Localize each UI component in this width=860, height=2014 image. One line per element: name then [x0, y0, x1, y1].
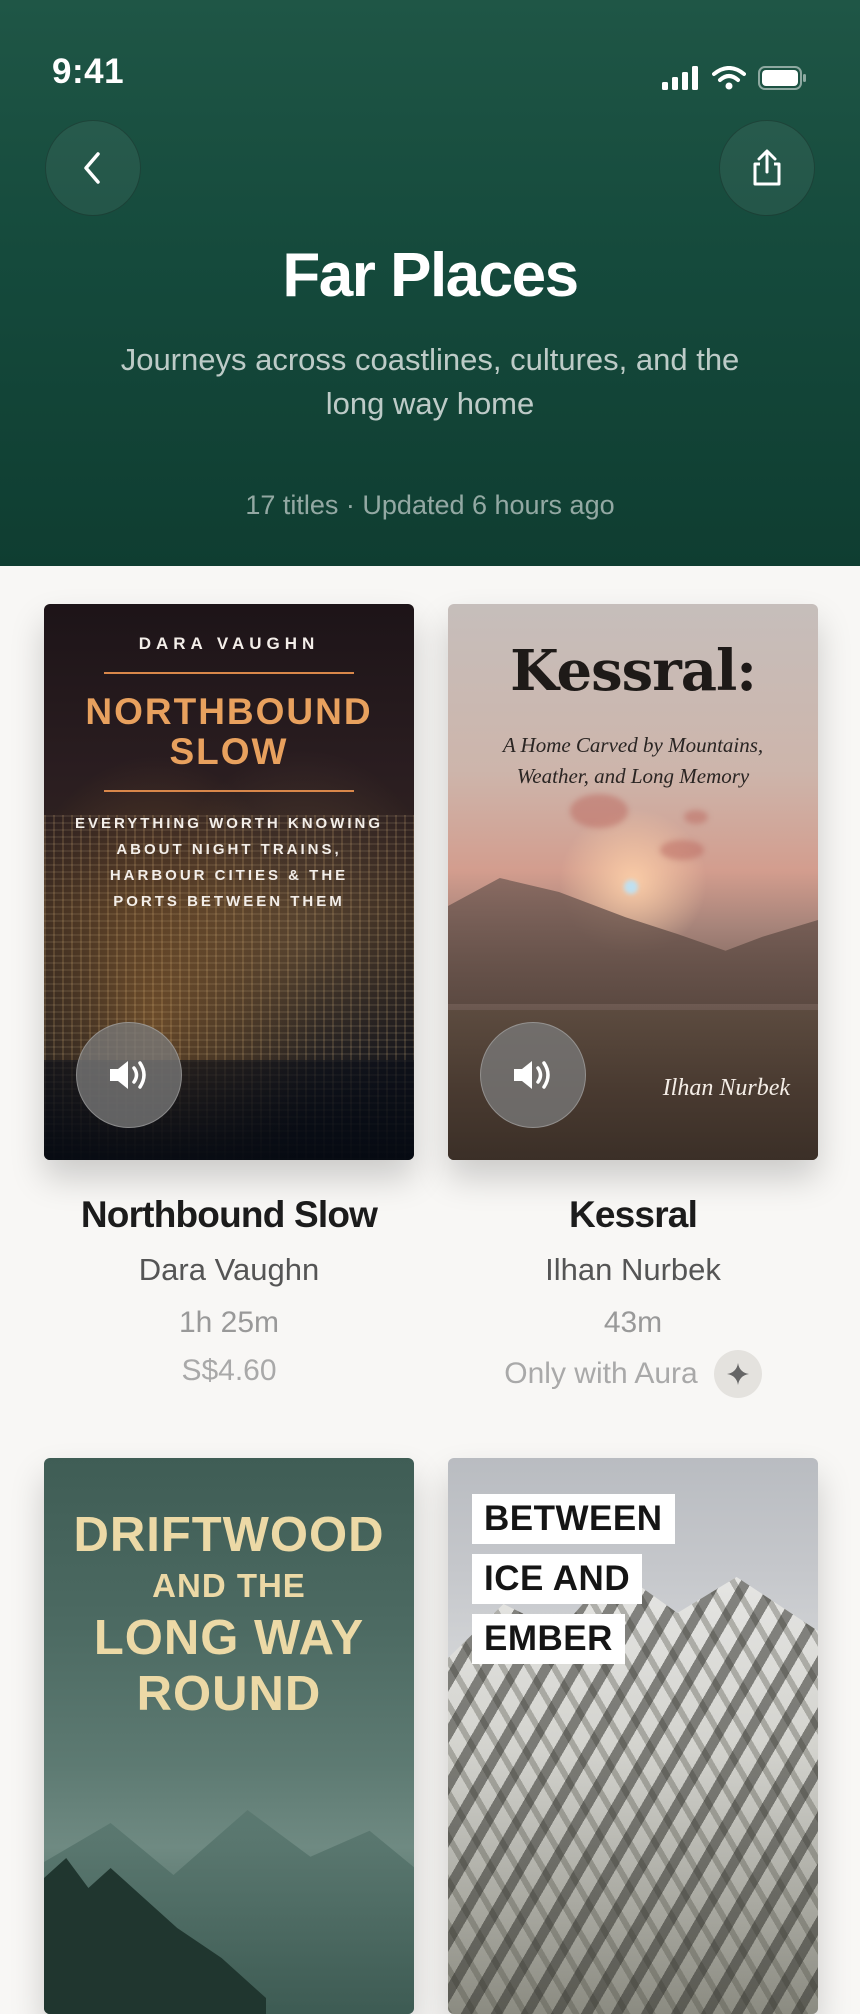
book-title[interactable]: Kessral — [448, 1194, 818, 1236]
cloud-shape — [570, 794, 628, 828]
cloud-shape — [660, 840, 704, 860]
cover-author: Ilhan Nurbek — [662, 1075, 790, 1101]
book-title[interactable]: Northbound Slow — [44, 1194, 414, 1236]
speaker-icon — [514, 1061, 550, 1089]
cover-tagline: EVERYTHING WORTH KNOWING ABOUT NIGHT TRA… — [74, 815, 384, 910]
sun-image — [624, 880, 638, 894]
speaker-icon — [110, 1061, 146, 1089]
cover-title: DRIFTWOOD AND THE LONG WAY ROUND — [44, 1508, 414, 1722]
cover-divider — [104, 790, 354, 792]
book-card-between-ice-and-ember[interactable]: BETWEEN ICE AND EMBER — [448, 1458, 818, 2014]
book-price: S$4.60 — [181, 1354, 277, 1387]
back-button[interactable] — [45, 120, 141, 216]
chevron-left-icon — [84, 152, 100, 184]
book-cover[interactable]: BETWEEN ICE AND EMBER — [448, 1458, 818, 2014]
sparkle-icon — [713, 1350, 762, 1398]
share-icon — [753, 149, 781, 186]
audio-preview-button[interactable] — [76, 1022, 182, 1128]
cloud-shape — [684, 810, 708, 824]
cover-title-line: LONG WAY — [93, 1611, 365, 1665]
aura-availability: Only with Aura — [448, 1350, 818, 1398]
status-bar: 9:41 — [0, 0, 860, 110]
cover-title-line: BETWEEN — [472, 1494, 675, 1544]
collection-meta: 17 titles · Updated 6 hours ago — [245, 490, 615, 520]
book-author[interactable]: Ilhan Nurbek — [448, 1252, 818, 1288]
cover-title: NORTHBOUND SLOW — [44, 692, 414, 772]
status-icons — [662, 66, 808, 90]
cover-title-line: DRIFTWOOD — [73, 1508, 385, 1562]
book-cover[interactable]: DRIFTWOOD AND THE LONG WAY ROUND — [44, 1458, 414, 2014]
cover-title-line: AND THE — [152, 1567, 306, 1604]
cover-title-line: NORTHBOUND — [85, 691, 373, 732]
collection-header: 9:41 Far Places Journeys across coastlin… — [0, 0, 860, 566]
share-button[interactable] — [719, 120, 815, 216]
book-duration: 43m — [603, 1306, 663, 1339]
page-title: Far Places — [282, 241, 579, 310]
cover-subtitle: A Home Carved by Mountains, Weather, and… — [502, 733, 764, 788]
cover-title-line: ROUND — [136, 1667, 322, 1721]
battery-icon — [758, 66, 806, 90]
book-card-driftwood[interactable]: DRIFTWOOD AND THE LONG WAY ROUND — [44, 1458, 414, 2014]
aura-label: Only with Aura — [504, 1357, 698, 1390]
book-card-northbound-slow[interactable]: DARA VAUGHN NORTHBOUND SLOW EVERYTHING W… — [44, 604, 414, 1388]
book-card-kessral[interactable]: Kessral: A Home Carved by Mountains, Wea… — [448, 604, 818, 1398]
page-subtitle: Journeys across coastlines, cultures, an… — [120, 342, 740, 421]
book-cover[interactable]: DARA VAUGHN NORTHBOUND SLOW EVERYTHING W… — [44, 604, 414, 1160]
cover-title-line: EMBER — [472, 1614, 625, 1664]
cover-divider — [104, 672, 354, 674]
wifi-icon — [712, 66, 746, 90]
cover-title-line: SLOW — [169, 731, 289, 772]
signal-icon — [662, 66, 698, 90]
audio-preview-button[interactable] — [480, 1022, 586, 1128]
book-cover[interactable]: Kessral: A Home Carved by Mountains, Wea… — [448, 604, 818, 1160]
cover-author: DARA VAUGHN — [138, 634, 320, 653]
book-duration: 1h 25m — [178, 1306, 280, 1339]
cover-title-line: ICE AND — [472, 1554, 643, 1604]
status-time: 9:41 — [52, 52, 125, 91]
cover-title: Kessral: — [510, 638, 757, 704]
book-author[interactable]: Dara Vaughn — [44, 1252, 414, 1288]
cover-title: BETWEEN ICE AND EMBER — [472, 1494, 675, 1674]
